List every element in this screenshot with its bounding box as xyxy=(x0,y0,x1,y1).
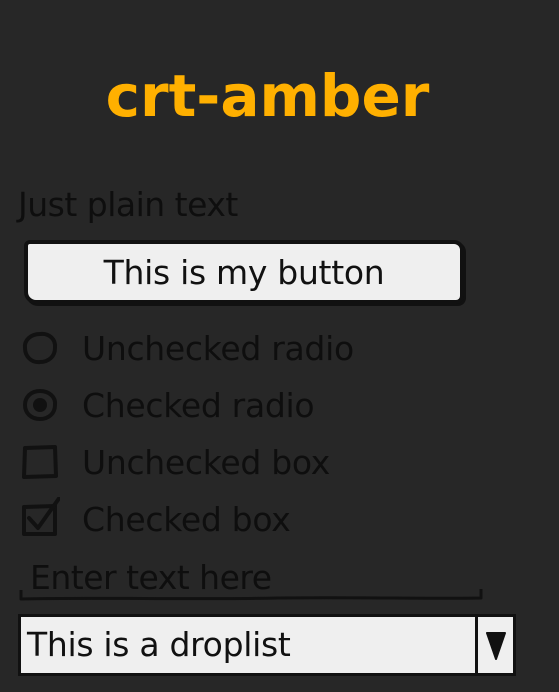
radio-unchecked-icon[interactable] xyxy=(20,326,60,370)
droplist-toggle[interactable] xyxy=(475,617,513,673)
radio-unchecked-label: Unchecked radio xyxy=(82,328,354,368)
checkbox-unchecked-label: Unchecked box xyxy=(82,442,330,482)
checkbox-unchecked[interactable]: Unchecked box xyxy=(20,440,330,484)
text-input[interactable]: Enter text here xyxy=(18,556,484,602)
my-button[interactable]: This is my button xyxy=(24,240,464,304)
radio-unchecked[interactable]: Unchecked radio xyxy=(20,326,354,370)
page-title: crt-amber xyxy=(105,62,430,130)
checkbox-unchecked-icon[interactable] xyxy=(20,440,60,484)
my-button-label: This is my button xyxy=(103,252,385,292)
dropdown-arrow-icon xyxy=(485,632,506,660)
radio-checked-label: Checked radio xyxy=(82,385,315,425)
plain-text-label: Just plain text xyxy=(18,185,238,224)
droplist-value: This is a droplist xyxy=(27,625,291,664)
checkbox-checked[interactable]: Checked box xyxy=(20,497,291,541)
radio-checked-icon[interactable] xyxy=(20,383,60,427)
checkbox-checked-icon[interactable] xyxy=(20,497,60,541)
text-input-underline xyxy=(19,589,483,601)
droplist[interactable]: This is a droplist xyxy=(18,614,516,676)
radio-checked[interactable]: Checked radio xyxy=(20,383,315,427)
checkbox-checked-label: Checked box xyxy=(82,499,291,539)
